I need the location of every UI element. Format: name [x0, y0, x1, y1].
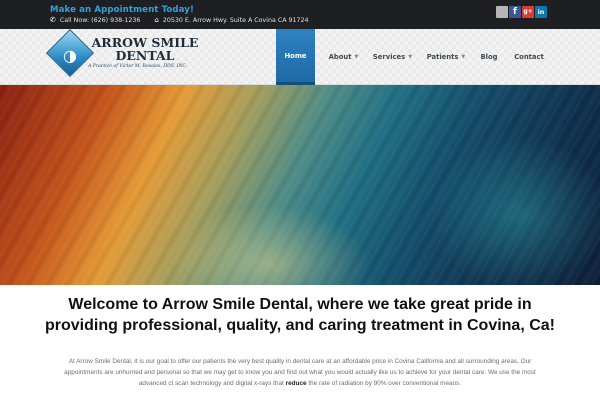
- intro-text-end: the rate of radiation by 90% over conven…: [306, 380, 462, 387]
- logo-title-line2: DENTAL: [115, 48, 175, 63]
- contact-info: ✆ Call Now: (626) 938-1236 ⌂ 20530 E. Ar…: [50, 16, 309, 24]
- nav-services[interactable]: Services ▼: [366, 29, 419, 85]
- nav-patients[interactable]: Patients ▼: [419, 29, 473, 85]
- nav-blog-label: Blog: [480, 53, 498, 61]
- nav-services-label: Services: [372, 53, 406, 61]
- hero-banner: [0, 85, 600, 285]
- facebook-icon[interactable]: f: [509, 6, 521, 18]
- google-plus-icon[interactable]: g+: [522, 6, 534, 18]
- home-icon: ⌂: [154, 16, 159, 24]
- intro-emphasis: reduce: [285, 380, 307, 387]
- chevron-down-icon: ▼: [354, 54, 359, 60]
- tooth-icon: ◑: [63, 46, 77, 65]
- phone-icon: ✆: [50, 16, 56, 24]
- top-bar: Make an Appointment Today! ✆ Call Now: (…: [0, 0, 600, 29]
- appointment-link[interactable]: Make an Appointment Today!: [50, 5, 194, 15]
- nav-home-label: Home: [284, 51, 307, 60]
- logo-tagline: A Practice of Victor M. Rosales, DDS, IN…: [88, 64, 188, 69]
- address-text: 20530 E. Arrow Hwy. Suite A Covina CA 91…: [162, 16, 309, 24]
- email-icon[interactable]: [496, 6, 508, 18]
- nav-blog[interactable]: Blog: [473, 29, 505, 85]
- nav-contact-label: Contact: [514, 53, 544, 61]
- logo-title[interactable]: ARROW SMILE DENTAL: [89, 36, 201, 62]
- nav-home[interactable]: Home: [276, 29, 315, 85]
- nav-patients-label: Patients: [426, 53, 459, 61]
- linkedin-icon[interactable]: in: [535, 6, 547, 18]
- chevron-down-icon: ▼: [408, 54, 413, 60]
- hero-glow: [430, 135, 600, 285]
- chevron-down-icon: ▼: [461, 54, 466, 60]
- welcome-heading: Welcome to Arrow Smile Dental, where we …: [45, 296, 555, 334]
- phone-number[interactable]: Call Now: (626) 938-1236: [60, 17, 141, 24]
- nav-about-label: About: [328, 53, 352, 61]
- intro-paragraph: At Arrow Smile Dental, it is our goal to…: [52, 356, 548, 389]
- nav-contact[interactable]: Contact: [505, 29, 553, 85]
- main-nav: Home About ▼ Services ▼ Patients ▼ Blog …: [276, 29, 553, 85]
- nav-about[interactable]: About ▼: [321, 29, 366, 85]
